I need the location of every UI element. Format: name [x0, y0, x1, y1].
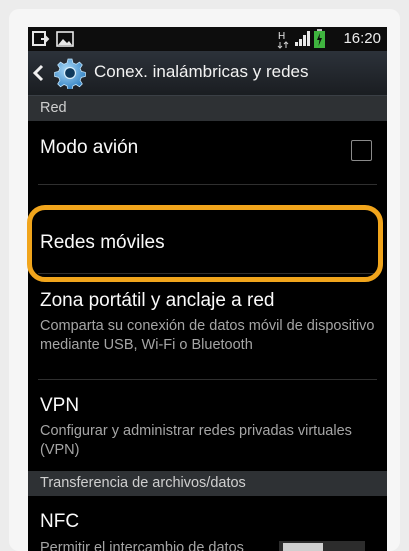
- list-item-title: NFC: [40, 511, 80, 532]
- battery-charging-icon: [314, 29, 325, 52]
- page-title: Conex. inalámbricas y redes: [94, 62, 309, 81]
- signal-icon: [294, 30, 312, 51]
- list-item-redes-moviles[interactable]: Redes móviles: [28, 185, 387, 271]
- screenshot-stage: H 16:20 Conex. inalámbricas y redes Red …: [0, 0, 409, 551]
- status-bar: H 16:20: [28, 27, 387, 51]
- list-item-modo-avion[interactable]: Modo avión: [28, 121, 387, 183]
- image-notification-icon: [56, 31, 74, 51]
- usb-debug-icon: [32, 31, 50, 51]
- list-item-title: Modo avión: [40, 137, 139, 158]
- svg-text:H: H: [278, 31, 285, 42]
- list-item-nfc[interactable]: NFC Permitir el intercambio de datos: [28, 497, 387, 551]
- status-time: 16:20: [343, 30, 381, 47]
- list-item-title: Redes móviles: [40, 232, 165, 253]
- list-item-summary: Configurar y administrar redes privadas …: [40, 423, 352, 458]
- chevron-left-icon[interactable]: [31, 63, 47, 83]
- list-item-title: VPN: [40, 395, 80, 416]
- section-header-transferencia: Transferencia de archivos/datos: [28, 471, 387, 496]
- list-item-vpn[interactable]: VPN Configurar y administrar redes priva…: [28, 380, 387, 463]
- list-item-title: Zona portátil y anclaje a red: [40, 290, 275, 311]
- gear-icon: [54, 57, 86, 91]
- list-item-zona-portatil[interactable]: Zona portátil y anclaje a red Comparta s…: [28, 274, 387, 377]
- action-bar: Conex. inalámbricas y redes: [28, 51, 387, 96]
- phone-screen: H 16:20 Conex. inalámbricas y redes Red …: [28, 27, 387, 551]
- h-plus-network-icon: H: [277, 29, 291, 53]
- section-header-red: Red: [28, 96, 387, 121]
- airplane-mode-checkbox[interactable]: [351, 140, 372, 161]
- nfc-toggle[interactable]: [28, 541, 387, 551]
- list-item-summary: Comparta su conexión de datos móvil de d…: [40, 318, 375, 353]
- toggle-knob: [283, 543, 323, 551]
